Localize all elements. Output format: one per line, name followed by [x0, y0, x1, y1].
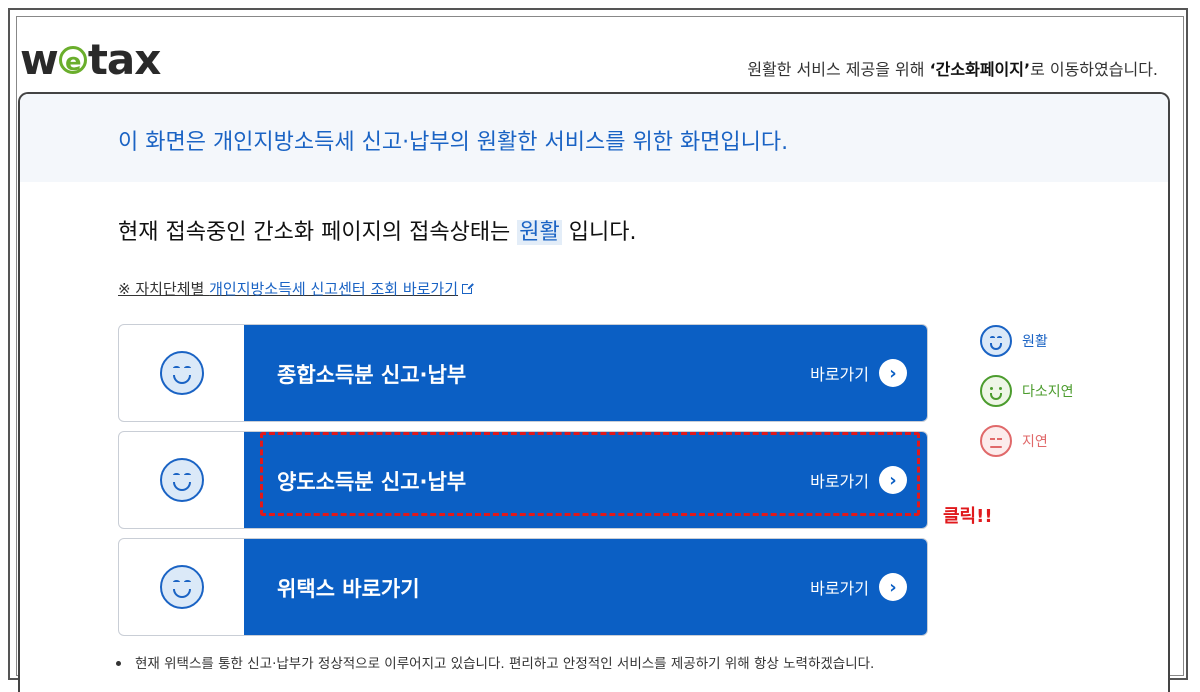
sad-face-icon [980, 425, 1012, 457]
go-label: 바로가기 [810, 579, 869, 598]
footnote: 현재 위택스를 통한 신고·납부가 정상적으로 이루어지고 있습니다. 편리하고… [116, 652, 874, 672]
legend-item-smooth: 원활 [980, 316, 1074, 366]
click-highlight-box [260, 432, 920, 516]
go-link[interactable]: 바로가기 › [810, 359, 907, 387]
go-label: 바로가기 [810, 365, 869, 384]
banner-text: 이 화면은 개인지방소득세 신고·납부의 원활한 서비스를 위한 화면입니다. [118, 130, 789, 155]
chevron-right-icon: › [879, 359, 907, 387]
status-text-end: 입니다. [561, 220, 637, 245]
smile-face-icon [159, 565, 204, 609]
link-prefix: ※ 자치단체별 [118, 280, 210, 298]
neutral-smile-face-icon [980, 375, 1012, 407]
chevron-right-icon: › [879, 573, 907, 601]
status-legend: 원활 다소지연 지연 [980, 316, 1074, 466]
smile-face-icon [159, 351, 204, 395]
legend-item-slight-delay: 다소지연 [980, 366, 1074, 416]
general-income-button[interactable]: 종합소득분 신고·납부 바로가기 › [244, 325, 927, 421]
go-link[interactable]: 바로가기 › [810, 573, 907, 601]
legend-label: 다소지연 [1022, 384, 1074, 400]
row-face-cell [119, 539, 244, 635]
wetax-logo[interactable]: w e tax [20, 35, 162, 84]
row-title: 종합소득분 신고·납부 [277, 363, 467, 387]
redirect-notice-text-end: 로 이동하였습니다. [1030, 60, 1158, 79]
row-face-cell [119, 325, 244, 421]
bullet-icon [116, 661, 121, 666]
tax-center-link[interactable]: 개인지방소득세 신고센터 조회 바로가기 [209, 280, 458, 298]
info-banner: 이 화면은 개인지방소득세 신고·납부의 원활한 서비스를 위한 화면입니다. [20, 94, 1168, 182]
smile-face-icon [980, 325, 1012, 357]
external-link-icon [462, 282, 475, 294]
row-title: 위택스 바로가기 [277, 577, 420, 601]
redirect-notice-text: 원활한 서비스 제공을 위해 [747, 60, 930, 79]
logo-suffix: tax [87, 35, 162, 84]
redirect-notice-page-name: ‘간소화페이지’ [929, 60, 1031, 79]
logo-prefix: w [20, 35, 59, 84]
logo-e-icon: e [58, 46, 87, 75]
status-text: 현재 접속중인 간소화 페이지의 접속상태는 [118, 220, 518, 245]
legend-label: 원활 [1022, 334, 1048, 350]
main-card: 이 화면은 개인지방소득세 신고·납부의 원활한 서비스를 위한 화면입니다. … [18, 92, 1170, 692]
row-wetax[interactable]: 위택스 바로가기 바로가기 › [118, 538, 928, 636]
row-face-cell [119, 432, 244, 528]
wetax-button[interactable]: 위택스 바로가기 바로가기 › [244, 539, 927, 635]
status-word: 원활 [517, 220, 562, 245]
legend-item-delay: 지연 [980, 416, 1074, 466]
tax-center-link-line[interactable]: ※ 자치단체별 개인지방소득세 신고센터 조회 바로가기 [118, 278, 475, 299]
footnote-text: 현재 위택스를 통한 신고·납부가 정상적으로 이루어지고 있습니다. 편리하고… [135, 656, 875, 672]
click-annotation: 클릭!! [943, 506, 993, 527]
legend-label: 지연 [1022, 434, 1048, 450]
smile-face-icon [159, 458, 204, 502]
row-general-income[interactable]: 종합소득분 신고·납부 바로가기 › [118, 324, 928, 422]
redirect-notice: 원활한 서비스 제공을 위해 ‘간소화페이지’로 이동하였습니다. [747, 56, 1158, 80]
connection-status: 현재 접속중인 간소화 페이지의 접속상태는 원활 입니다. [118, 214, 637, 246]
